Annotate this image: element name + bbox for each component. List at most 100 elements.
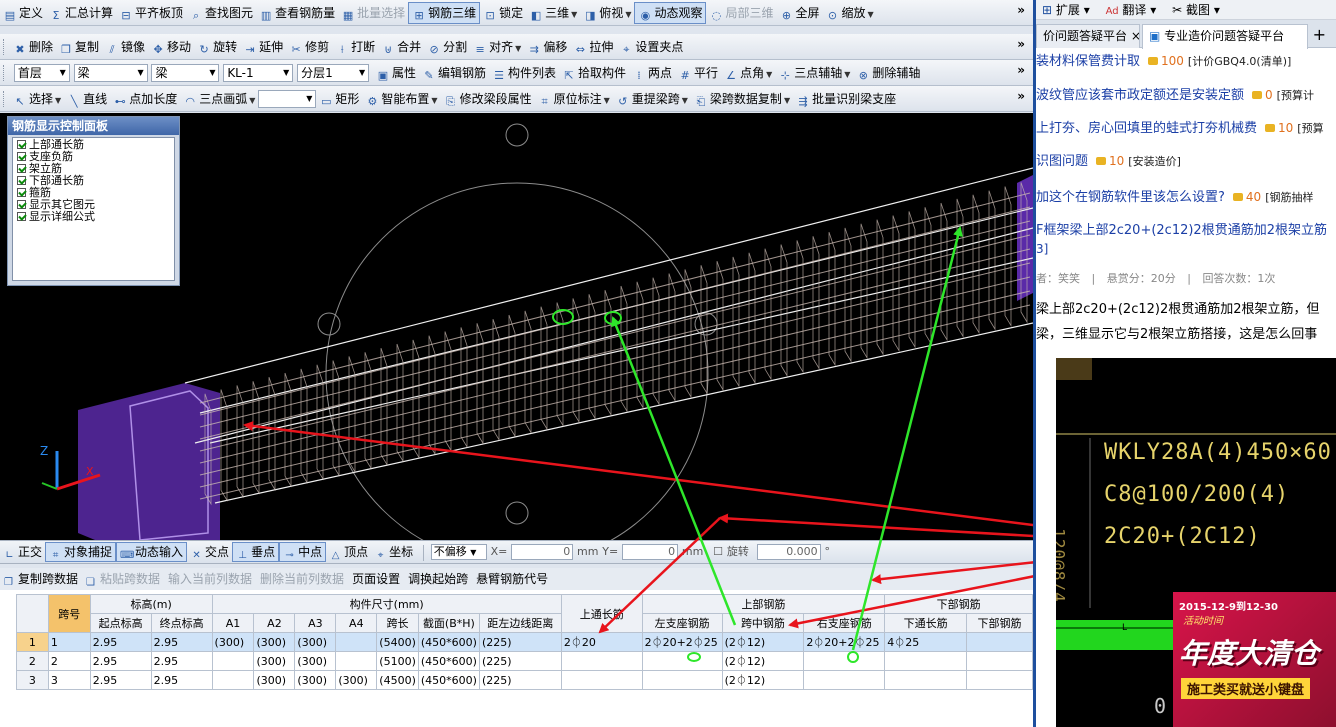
line-button[interactable]: ╲ 直线 [64, 88, 110, 110]
split-button[interactable]: ⊘ 分割 [424, 36, 470, 58]
modify-segment-button[interactable]: ⎘ 修改梁段属性 [441, 88, 535, 110]
two-point-button[interactable]: ⁞ 两点 [629, 62, 675, 84]
checkbox-checked-icon[interactable] [17, 152, 26, 161]
more-icon[interactable]: » [1017, 37, 1025, 51]
span-no-header[interactable]: 跨号 [47, 594, 91, 633]
cell-right[interactable] [803, 670, 886, 690]
cell-start[interactable]: 2.95 [89, 670, 152, 690]
move-button[interactable]: ✥ 移动 [148, 36, 194, 58]
copy-button[interactable]: ❐ 复制 [56, 36, 102, 58]
grid-toolbar-button[interactable]: 页面设置 [348, 569, 404, 589]
cell-top[interactable]: 2⏀20 [560, 632, 643, 652]
midpoint-button[interactable]: ⊸ 中点 [279, 542, 327, 562]
delete-button[interactable]: ✖ 删除 [10, 36, 56, 58]
cell-top[interactable] [560, 651, 643, 671]
tab-answer-platform-2[interactable]: ▣ 专业造价问题答疑平台 [1142, 24, 1308, 49]
rotate-checkbox[interactable]: ☐ [713, 542, 723, 562]
promo-ad[interactable]: 2015-12-9到12-30 活动时间 年度大清仓 施工类买就送小键盘 [1173, 592, 1336, 727]
span-copy-button[interactable]: ⎗ 梁跨数据复制 ▼ [691, 88, 793, 110]
question-title[interactable]: 装材料保管费计取 [1036, 54, 1140, 69]
offset-mode-select[interactable]: 不偏移 ▼ [430, 544, 487, 560]
break-button[interactable]: ⟊ 打断 [332, 36, 378, 58]
list-item[interactable]: 波纹管应该套市政定额还是安装定额 0 [预算计 [1036, 84, 1336, 106]
cell-bot2[interactable] [966, 651, 1033, 671]
extend-button[interactable]: ⇥ 延伸 [240, 36, 286, 58]
blank-select[interactable]: ▼ [258, 90, 317, 108]
checkbox-checked-icon[interactable] [17, 200, 26, 209]
cell-end[interactable]: 2.95 [150, 632, 213, 652]
mirror-button[interactable]: ⫽ 镜像 [102, 36, 148, 58]
orbit-handle[interactable] [505, 501, 529, 525]
orbit-handle[interactable] [317, 312, 341, 336]
cell-a1[interactable] [211, 651, 255, 671]
grid-toolbar-button[interactable]: ❏ 粘贴跨数据 [82, 569, 164, 589]
cell-edge[interactable]: (225) [478, 651, 562, 671]
a1-header[interactable]: A1 [211, 613, 255, 633]
cell-span[interactable]: 3 [47, 670, 91, 690]
list-item[interactable]: 上打夯、房心回填里的蛙式打夯机械费 10 [预算 [1036, 117, 1336, 139]
cell-a4[interactable] [335, 632, 378, 652]
cell-sec[interactable]: (450*600) [417, 632, 480, 652]
right-support-header[interactable]: 右支座钢筋 [803, 613, 886, 633]
new-tab-button[interactable]: + [1313, 24, 1326, 46]
perpendicular-button[interactable]: ⊥ 垂点 [232, 542, 280, 562]
cell-left[interactable] [641, 670, 723, 690]
grid-toolbar-button[interactable]: ❐ 复制跨数据 [0, 569, 82, 589]
screenshot-button[interactable]: ✂ 截图 ▾ [1166, 0, 1226, 20]
cell-len[interactable]: (5400) [376, 632, 419, 652]
question-title[interactable]: 上打夯、房心回填里的蛙式打夯机械费 [1036, 121, 1257, 136]
define-button[interactable]: ▤ 定义 [0, 2, 46, 24]
vertex-button[interactable]: △ 顶点 [326, 542, 371, 562]
cell-a1[interactable]: (300) [211, 632, 255, 652]
cell-start[interactable]: 2.95 [89, 632, 152, 652]
tab-answer-platform-1[interactable]: 价问题答疑平台 × [1036, 24, 1140, 48]
local-3d-button[interactable]: ◌ 局部三维 [706, 2, 776, 24]
find-element-button[interactable]: ⌕ 查找图元 [186, 2, 256, 24]
question-title[interactable]: 波纹管应该套市政定额还是安装定额 [1036, 88, 1244, 103]
trim-button[interactable]: ✂ 修剪 [286, 36, 332, 58]
batch-support-button[interactable]: ⇶ 批量识别梁支座 [793, 88, 899, 110]
delete-axis-button[interactable]: ⊗ 删除辅轴 [853, 62, 923, 84]
pinch-point-button[interactable]: ⌖ 设置夹点 [616, 36, 686, 58]
table-row[interactable]: 2 2 2.95 2.95 (300) (300) (5100) (450*600) (225)… [16, 651, 1033, 671]
cell-right[interactable]: 2⏀20+2⏀25 [803, 632, 886, 652]
y-input[interactable]: 0 [622, 544, 679, 560]
cell-span[interactable]: 2 [47, 651, 91, 671]
checkbox-checked-icon[interactable] [17, 212, 26, 221]
cell-len[interactable]: (4500) [376, 670, 419, 690]
cell-bot[interactable] [884, 651, 968, 671]
cell-a2[interactable]: (300) [253, 632, 296, 652]
arc-button[interactable]: ◠ 三点画弧 ▼ [180, 88, 258, 110]
stretch-button[interactable]: ⇔ 拉伸 [570, 36, 616, 58]
a2-header[interactable]: A2 [253, 613, 296, 633]
cell-end[interactable]: 2.95 [150, 651, 213, 671]
offset-button[interactable]: ⇉ 偏移 [524, 36, 570, 58]
edit-rebar-button[interactable]: ✎ 编辑钢筋 [419, 62, 489, 84]
rotate-button[interactable]: ↻ 旋转 [194, 36, 240, 58]
table-row[interactable]: 1 1 2.95 2.95 (300) (300) (300) (5400) (450*600)… [16, 632, 1033, 652]
grid-toolbar-button[interactable]: 删除当前列数据 [256, 569, 348, 589]
type-select[interactable]: 梁 ▼ [73, 64, 148, 82]
cell-edge[interactable]: (225) [478, 670, 562, 690]
cell-a2[interactable]: (300) [253, 670, 296, 690]
cell-sec[interactable]: (450*600) [417, 670, 480, 690]
grid-toolbar-button[interactable]: 悬臂钢筋代号 [472, 569, 552, 589]
zoom-button[interactable]: ⊙ 缩放 ▼ [823, 2, 877, 24]
cell-bot[interactable] [884, 670, 968, 690]
dynamic-view-button[interactable]: ◉ 动态观察 [634, 2, 707, 24]
dynamic-input-button[interactable]: ⌨动态输入 [116, 542, 188, 562]
a4-header[interactable]: A4 [335, 613, 378, 633]
cell-bot2[interactable] [966, 670, 1033, 690]
cell-mid[interactable]: (2⏀12) [721, 670, 805, 690]
3d-button[interactable]: ◧ 三维 ▼ [526, 2, 580, 24]
row-number[interactable]: 3 [16, 670, 49, 690]
point-length-button[interactable]: ⊷ 点加长度 [110, 88, 180, 110]
cell-edge[interactable]: (225) [478, 632, 562, 652]
parallel-button[interactable]: # 平行 [675, 62, 721, 84]
rebar-3d-button[interactable]: ⊞ 钢筋三维 [408, 2, 481, 24]
cell-a3[interactable]: (300) [294, 651, 337, 671]
cell-a3[interactable]: (300) [294, 670, 337, 690]
floor-select[interactable]: 首层 ▼ [13, 64, 70, 82]
extension-button[interactable]: ⊞ 扩展 ▾ [1036, 0, 1096, 20]
orbit-handle[interactable] [505, 123, 529, 147]
